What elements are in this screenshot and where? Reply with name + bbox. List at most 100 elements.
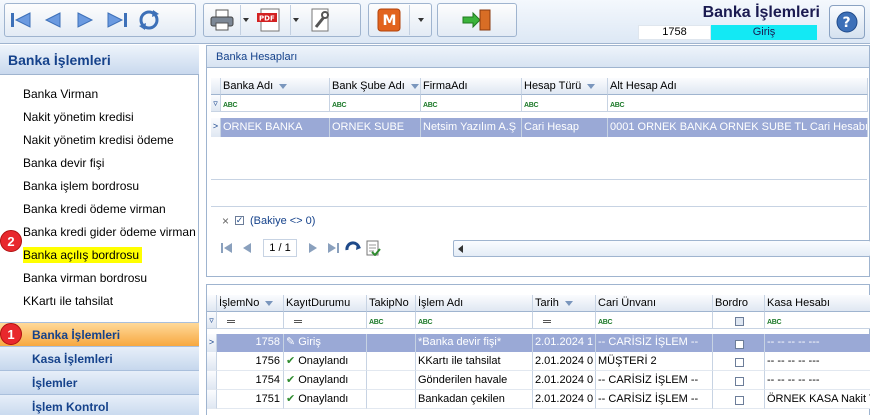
filter-bank-sube-adi[interactable]: ABC	[330, 95, 421, 112]
filter-alt-hesap-adi[interactable]: ABC	[608, 95, 868, 112]
col-alt-hesap-adi[interactable]: Alt Hesap Adı	[608, 78, 868, 95]
main-toolbar: PDF M Banka İşlemleri 1758 Giriş ?	[0, 0, 870, 44]
page-indicator: 1 / 1	[263, 239, 297, 257]
filter-takip-no[interactable]: ABC	[367, 312, 416, 329]
col-bordro[interactable]: Bordro	[713, 295, 765, 312]
filter-kayit-durumu[interactable]	[284, 312, 367, 329]
cell-bordro[interactable]	[713, 390, 765, 409]
col-banka-adi[interactable]: Banka Adı	[221, 78, 330, 95]
table-row[interactable]: 1754 ✔ Onaylandı Gönderilen havale 2.01.2…	[207, 371, 870, 390]
svg-text:M: M	[383, 13, 397, 29]
sidebar-group-banka-islemleri[interactable]: Banka İşlemleri	[0, 322, 199, 346]
cell-bordro[interactable]	[713, 352, 765, 371]
sidebar-item-banka-virman-bordrosu[interactable]: Banka virman bordrosu	[0, 267, 199, 290]
col-tarih[interactable]: Tarih	[533, 295, 596, 312]
grid-export-icon[interactable]	[363, 239, 383, 257]
table-row[interactable]: > 1758 ✎ Giriş *Banka devir fişi* 2.01.20…	[207, 334, 870, 352]
sidebar: Banka İşlemleri Banka Virman Nakit yönet…	[0, 45, 199, 415]
exit-button[interactable]	[437, 3, 517, 37]
cell-cari-unvani: -- CARİSİZ İŞLEM --	[596, 371, 713, 390]
filter-kasa-hesabi[interactable]: ABC	[765, 312, 870, 329]
previous-record-icon[interactable]	[37, 5, 69, 35]
step-badge-2: 2	[0, 230, 22, 252]
col-cari-unvani[interactable]: Cari Ünvanı	[596, 295, 713, 312]
row-pointer-icon: >	[207, 334, 217, 352]
sidebar-item-banka-virman[interactable]: Banka Virman	[0, 83, 199, 106]
m-module-icon[interactable]: M	[369, 5, 409, 35]
sidebar-item-banka-devir-fisi[interactable]: Banka devir fişi	[0, 152, 199, 175]
col-takip-no[interactable]: TakipNo	[367, 295, 416, 312]
module-dropdown-arrow[interactable]	[409, 5, 431, 35]
filter-banka-adi[interactable]: ABC	[221, 95, 330, 112]
sidebar-item-banka-islem-bordrosu[interactable]: Banka işlem bordrosu	[0, 175, 199, 198]
bank-accounts-header-row: Banka Adı Bank Şube Adı FirmaAdı Hesap T…	[211, 78, 868, 95]
cell-bordro[interactable]	[713, 371, 765, 390]
filter-firma-adi[interactable]: ABC	[421, 95, 522, 112]
row-indicator-header	[207, 295, 217, 312]
first-page-icon[interactable]	[217, 239, 237, 257]
cell-islem-adi: Gönderilen havale	[416, 371, 533, 390]
sidebar-item-kkarti-ile-tahsilat[interactable]: KKartı ile tahsilat	[0, 290, 199, 313]
filter-tarih[interactable]	[533, 312, 596, 329]
next-page-icon[interactable]	[303, 239, 323, 257]
sidebar-item-nakit-yonetim-kredisi-odeme[interactable]: Nakit yönetim kredisi ödeme	[0, 129, 199, 152]
cell-hesap-turu: Cari Hesap	[522, 118, 608, 137]
filter-hesap-turu[interactable]: ABC	[522, 95, 608, 112]
col-islem-adi[interactable]: İşlem Adı	[416, 295, 533, 312]
cell-bank-sube-adi: ORNEK SUBE	[330, 118, 421, 137]
filter-islem-adi[interactable]: ABC	[416, 312, 533, 329]
last-record-icon[interactable]	[101, 5, 133, 35]
sidebar-item-banka-kredi-odeme-virman[interactable]: Banka kredi ödeme virman	[0, 198, 199, 221]
cell-bordro[interactable]	[713, 334, 765, 352]
horizontal-scrollbar[interactable]	[453, 240, 870, 257]
col-bank-sube-adi[interactable]: Bank Şube Adı	[330, 78, 421, 95]
filter-active-checkbox[interactable]: ✓	[235, 215, 245, 225]
grid-navigator: 1 / 1	[217, 239, 383, 257]
help-question-icon: ?	[836, 11, 858, 33]
first-record-icon[interactable]	[5, 5, 37, 35]
col-islem-no[interactable]: İşlemNo	[217, 295, 284, 312]
sort-arrow-icon	[564, 300, 573, 306]
sidebar-group-islem-kontrol[interactable]: İşlem Kontrol	[0, 394, 199, 415]
cell-takip-no	[367, 371, 416, 390]
next-record-icon[interactable]	[69, 5, 101, 35]
sidebar-item-banka-kredi-gider-odeme-virman[interactable]: Banka kredi gider ödeme virman	[0, 221, 199, 244]
filter-cari-unvani[interactable]: ABC	[596, 312, 713, 329]
table-row[interactable]: 1751 ✔ Onaylandı Bankadan çekilen 2.01.20…	[207, 390, 870, 409]
sidebar-group-islemler[interactable]: İşlemler	[0, 370, 199, 394]
print-dropdown-arrow[interactable]	[240, 5, 250, 35]
row-indicator-header	[211, 78, 221, 95]
col-firma-adi[interactable]: FirmaAdı	[421, 78, 522, 95]
cell-tarih: 2.01.2024 1	[533, 334, 596, 352]
cell-cari-unvani: MÜŞTERİ 2	[596, 352, 713, 371]
col-hesap-turu[interactable]: Hesap Türü	[522, 78, 608, 95]
scroll-left-arrow-icon[interactable]	[458, 245, 463, 253]
sidebar-item-banka-acilis-bordrosu[interactable]: Banka açılış bordrosu	[0, 244, 199, 267]
pdf-export-icon[interactable]: PDF	[250, 5, 290, 35]
sidebar-group-kasa-islemleri[interactable]: Kasa İşlemleri	[0, 346, 199, 370]
previous-page-icon[interactable]	[237, 239, 257, 257]
filter-bordro[interactable]	[713, 312, 765, 329]
bank-accounts-footer-row	[211, 179, 867, 207]
table-row[interactable]: > ORNEK BANKA ORNEK SUBE Netsim Yazılım …	[211, 118, 868, 137]
refresh-icon[interactable]	[133, 5, 165, 35]
filter-islem-no[interactable]	[217, 312, 284, 329]
sort-arrow-icon	[410, 83, 419, 89]
pdf-dropdown-arrow[interactable]	[290, 5, 300, 35]
page-title: Banka İşlemleri	[702, 4, 820, 21]
step-badge-1: 1	[0, 323, 22, 345]
clear-filter-icon[interactable]: ×	[222, 214, 229, 228]
col-kayit-durumu[interactable]: KayıtDurumu	[284, 295, 367, 312]
transactions-header-row: İşlemNo KayıtDurumu TakipNo İşlem Adı Ta…	[207, 295, 870, 312]
col-kasa-hesabi[interactable]: Kasa Hesabı	[765, 295, 870, 312]
record-code: 1758	[638, 25, 711, 40]
table-row[interactable]: 1756 ✔ Onaylandı KKartı ile tahsilat 2.01…	[207, 352, 870, 371]
svg-text:PDF: PDF	[259, 15, 275, 23]
printer-icon[interactable]	[204, 5, 240, 35]
last-page-icon[interactable]	[323, 239, 343, 257]
settings-wrench-icon[interactable]	[300, 5, 340, 35]
sidebar-item-nakit-yonetim-kredisi[interactable]: Nakit yönetim kredisi	[0, 106, 199, 129]
grid-refresh-icon[interactable]	[343, 239, 363, 257]
filter-expression[interactable]: (Bakiye <> 0)	[250, 215, 315, 227]
help-button[interactable]: ?	[829, 5, 865, 39]
